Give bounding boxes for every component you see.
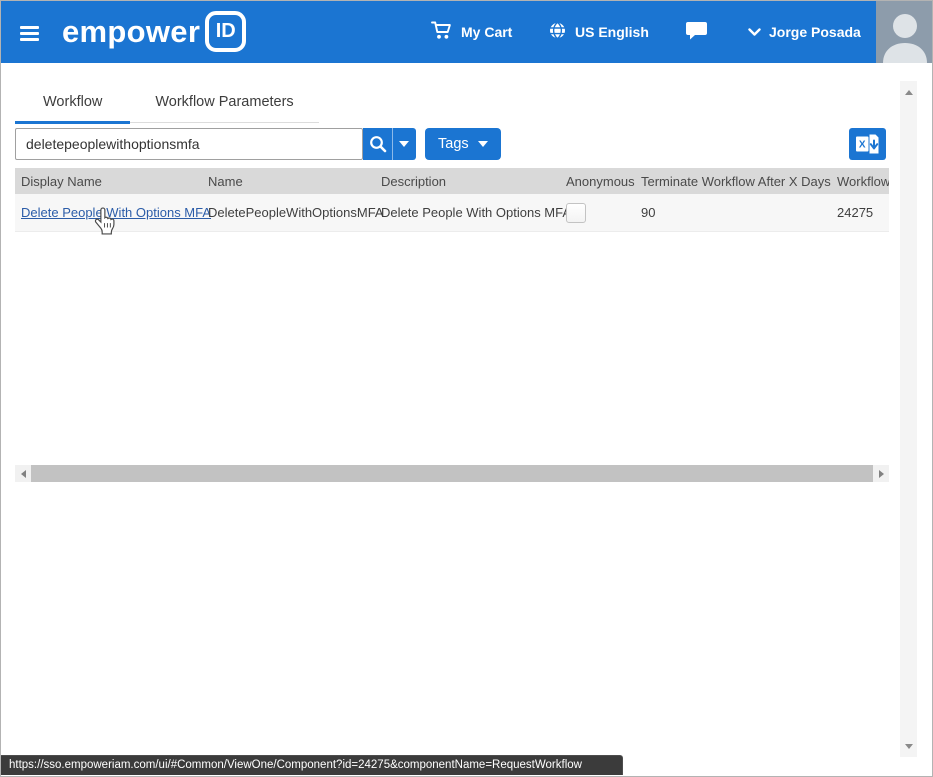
scroll-down-arrow[interactable] [900,739,917,753]
workflow-display-name-link[interactable]: Delete People With Options MFA [21,205,211,220]
column-header-anonymous[interactable]: Anonymous [560,168,635,194]
vertical-scrollbar[interactable] [900,81,917,757]
tags-label: Tags [438,136,469,152]
brand-badge: ID [205,11,246,52]
user-menu[interactable]: Jorge Posada [748,1,861,63]
tab-workflow[interactable]: Workflow [15,85,130,122]
caret-down-icon [399,141,409,147]
person-silhouette-icon [876,1,933,63]
workflow-id-cell: 24275 [831,194,889,231]
scroll-up-arrow[interactable] [900,85,917,99]
my-cart-button[interactable]: My Cart [431,1,512,63]
globe-icon [548,21,567,43]
workflow-description-cell: Delete People With Options MFA [375,194,560,231]
horizontal-scrollbar[interactable] [15,465,889,482]
svg-text:X: X [858,140,865,151]
my-cart-label: My Cart [461,24,512,40]
column-header-display-name[interactable]: Display Name [15,168,202,194]
language-selector[interactable]: US English [548,1,649,63]
horizontal-scrollbar-thumb[interactable] [31,465,873,482]
language-label: US English [575,24,649,40]
search-button-group [363,128,416,160]
search-options-button[interactable] [392,128,415,160]
column-header-workflow-id[interactable]: Workflow [831,168,889,194]
user-name-label: Jorge Posada [769,24,861,40]
tab-bar: Workflow Workflow Parameters [15,85,319,123]
search-icon [369,135,387,153]
export-excel-button[interactable]: X [849,128,886,160]
excel-export-icon: X [855,133,881,155]
terminate-days-cell: 90 [635,194,831,231]
chat-button[interactable] [685,1,708,63]
chevron-down-icon [748,24,761,40]
status-bar-url: https://sso.empoweriam.com/ui/#Common/Vi… [1,755,623,775]
cart-icon [431,21,453,43]
brand-text: empower [62,14,200,50]
avatar[interactable] [876,1,933,63]
tags-button[interactable]: Tags [425,128,501,160]
anonymous-checkbox[interactable] [566,203,586,223]
search-input[interactable] [15,128,363,160]
search-button[interactable] [363,128,392,160]
scroll-left-arrow[interactable] [15,465,31,482]
menu-icon[interactable] [20,26,39,44]
chat-bubble-icon [685,21,708,44]
column-header-name[interactable]: Name [202,168,375,194]
tab-workflow-parameters[interactable]: Workflow Parameters [130,85,318,122]
workflow-name-cell: DeletePeopleWithOptionsMFA [202,194,375,231]
column-header-description[interactable]: Description [375,168,560,194]
app-window: empower ID My Cart US English [0,0,933,777]
brand-logo[interactable]: empower ID [62,11,246,52]
app-header: empower ID My Cart US English [1,1,933,63]
table-header: Display Name Name Description Anonymous … [15,168,889,194]
scroll-right-arrow[interactable] [873,465,889,482]
table-row[interactable]: Delete People With Options MFA DeletePeo… [15,194,889,232]
column-header-terminate-days[interactable]: Terminate Workflow After X Days [635,168,831,194]
caret-down-icon [478,141,488,147]
